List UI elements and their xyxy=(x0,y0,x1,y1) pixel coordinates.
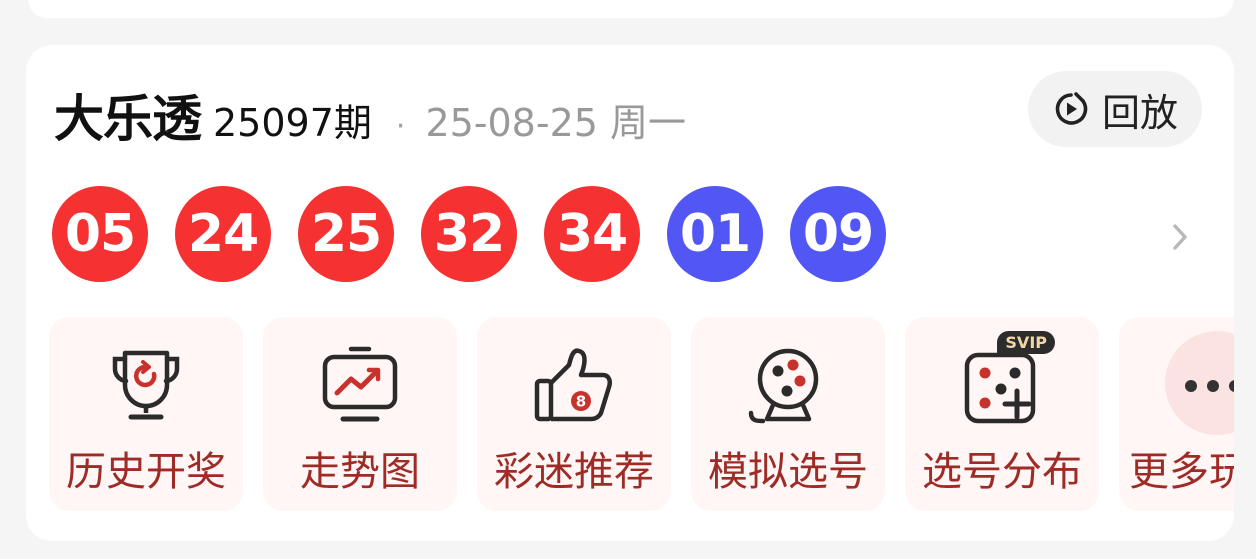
issue-number: 25097期 xyxy=(213,101,372,145)
tile-simulated-pick[interactable]: 模拟选号 xyxy=(691,317,885,511)
tile-label: 更多玩 xyxy=(1129,449,1234,495)
lottery-card: 大乐透 25097期 · 25-08-25 周一 回放 05 24 25 32 … xyxy=(26,45,1234,541)
tile-history-draws[interactable]: 历史开奖 xyxy=(49,317,243,511)
trend-chart-icon xyxy=(322,346,398,422)
front-ball: 34 xyxy=(544,186,640,282)
title-row: 大乐透 25097期 · 25-08-25 周一 xyxy=(54,79,686,149)
tile-fan-recommend[interactable]: 8 彩迷推荐 xyxy=(477,317,671,511)
front-ball: 24 xyxy=(175,186,271,282)
chevron-right-icon[interactable] xyxy=(1168,221,1192,253)
more-dots xyxy=(1185,377,1234,396)
back-ball: 09 xyxy=(790,186,886,282)
tile-label: 走势图 xyxy=(300,449,420,495)
thumbs-up-icon: 8 xyxy=(534,348,612,422)
draw-date: 25-08-25 周一 xyxy=(425,101,687,145)
tile-number-distribution[interactable]: SVIP 选号分布 xyxy=(905,317,1099,511)
tile-label: 彩迷推荐 xyxy=(494,449,654,495)
replay-icon xyxy=(1055,92,1088,125)
tile-label: 历史开奖 xyxy=(66,449,226,495)
lottery-name: 大乐透 xyxy=(54,90,202,148)
front-ball: 05 xyxy=(52,186,148,282)
trophy-icon xyxy=(112,350,180,420)
separator-dot: · xyxy=(395,109,406,144)
front-ball: 32 xyxy=(421,186,517,282)
tile-trend-chart[interactable]: 走势图 xyxy=(263,317,457,511)
back-ball: 01 xyxy=(667,186,763,282)
svg-text:8: 8 xyxy=(576,393,586,411)
tile-label: 选号分布 xyxy=(922,449,1082,495)
replay-label: 回放 xyxy=(1101,90,1178,135)
front-ball: 25 xyxy=(298,186,394,282)
svip-badge: SVIP xyxy=(997,331,1055,354)
tile-label: 模拟选号 xyxy=(708,449,868,495)
tile-more[interactable]: 更多玩 xyxy=(1119,317,1234,511)
previous-card xyxy=(28,0,1234,18)
lottery-machine-icon xyxy=(748,348,819,424)
replay-button[interactable]: 回放 xyxy=(1028,71,1202,147)
dice-icon xyxy=(964,352,1036,424)
